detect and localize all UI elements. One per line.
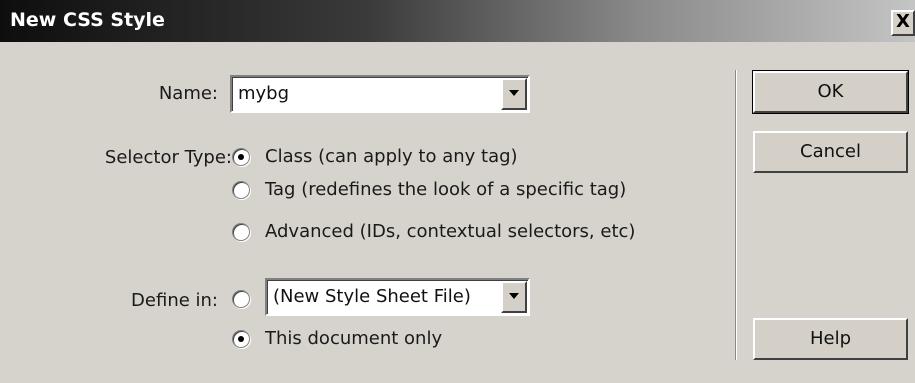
- new-css-style-dialog: New CSS Style X Name: mybg Selector Type…: [0, 0, 915, 383]
- cancel-button[interactable]: Cancel: [753, 131, 908, 173]
- help-button[interactable]: Help: [753, 318, 908, 360]
- name-dropdown-button[interactable]: [501, 78, 527, 110]
- chevron-down-icon: [509, 293, 519, 299]
- style-sheet-dropdown-button[interactable]: [501, 281, 527, 313]
- radio-selected-dot: [238, 154, 244, 160]
- close-icon: X: [896, 11, 910, 32]
- define-in-label: Define in:: [131, 290, 218, 311]
- style-sheet-file-select[interactable]: (New Style Sheet File): [265, 278, 530, 316]
- radio-this-document-only[interactable]: [232, 330, 250, 348]
- chevron-down-icon: [509, 90, 519, 96]
- window-title: New CSS Style: [10, 9, 165, 31]
- radio-selected-dot: [238, 336, 244, 342]
- radio-class-label[interactable]: Class (can apply to any tag): [265, 146, 518, 167]
- radio-class[interactable]: [232, 148, 250, 166]
- style-sheet-file-value: (New Style Sheet File): [273, 286, 471, 307]
- name-label: Name:: [158, 83, 218, 104]
- title-bar: New CSS Style X: [0, 0, 915, 42]
- radio-advanced-label[interactable]: Advanced (IDs, contextual selectors, etc…: [265, 221, 635, 242]
- name-combobox[interactable]: mybg: [230, 75, 530, 113]
- ok-button[interactable]: OK: [752, 70, 909, 114]
- vertical-separator: [735, 70, 737, 360]
- radio-tag[interactable]: [232, 181, 250, 199]
- radio-this-document-only-label[interactable]: This document only: [265, 328, 442, 349]
- close-button[interactable]: X: [891, 10, 915, 36]
- radio-advanced[interactable]: [232, 223, 250, 241]
- selector-type-label: Selector Type:: [104, 147, 232, 168]
- radio-new-style-sheet-file[interactable]: [232, 290, 250, 308]
- name-value: mybg: [238, 83, 290, 104]
- radio-tag-label[interactable]: Tag (redefines the look of a specific ta…: [265, 179, 626, 200]
